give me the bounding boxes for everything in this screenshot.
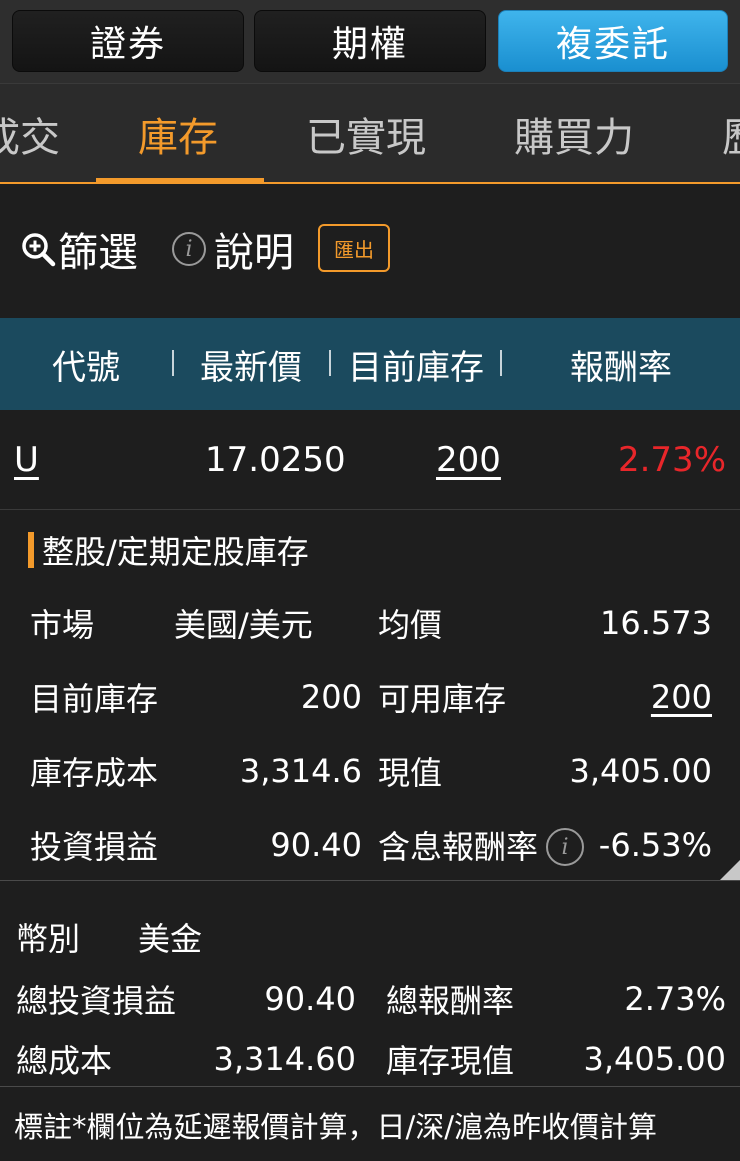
help-button[interactable]: i 說明 [172, 222, 294, 276]
inventory-detail: 整股/定期定股庫存 市場 美國/美元 均價 16.573 目前庫存 200 可用… [0, 511, 740, 881]
detail-title: 整股/定期定股庫存 [28, 531, 309, 571]
help-label: 說明 [214, 230, 294, 276]
market-label: 市場 [30, 606, 95, 644]
filter-label: 篩選 [58, 230, 138, 276]
header-divider [172, 350, 174, 376]
dividend-return-label: 含息報酬率 [378, 828, 539, 866]
total-pl-label: 總投資損益 [16, 982, 177, 1020]
total-cost-label: 總成本 [16, 1042, 113, 1080]
top-segmented-tabs: 證券 期權 複委託 [0, 0, 740, 84]
tab-options[interactable]: 期權 [254, 10, 486, 72]
header-divider [500, 350, 502, 376]
current-inventory-value: 200 [300, 678, 362, 716]
available-inventory-label: 可用庫存 [378, 680, 507, 718]
tab-securities[interactable]: 證券 [12, 10, 244, 72]
zoom-in-icon [22, 233, 56, 267]
sub-tab-realized[interactable]: 已實現 [306, 84, 426, 182]
header-last-price[interactable]: 最新價 [200, 318, 302, 410]
total-pl-value: 90.40 [264, 980, 356, 1018]
total-return-value: 2.73% [624, 980, 726, 1018]
currency-value: 美金 [138, 920, 203, 958]
row-current-inventory-link[interactable]: 200 [436, 410, 501, 510]
sub-tabs: 成交 庫存 已實現 購買力 歷 [0, 84, 740, 184]
investment-pl-label: 投資損益 [30, 828, 159, 866]
table-header: 代號 最新價 目前庫存 報酬率 [0, 318, 740, 410]
footnote: 標註*欄位為延遲報價計算，日/深/滬為昨收價計算 [0, 1088, 740, 1161]
sub-tab-buying-power[interactable]: 購買力 [514, 84, 634, 182]
row-return-rate: 2.73% [617, 440, 726, 480]
summary-panel: 幣別 美金 總投資損益 90.40 總報酬率 2.73% 總成本 3,314.6… [0, 881, 740, 1087]
sub-tab-history[interactable]: 歷 [722, 84, 740, 182]
detail-title-text: 整股/定期定股庫存 [42, 533, 309, 571]
expand-corner-icon[interactable] [720, 860, 740, 880]
active-tab-indicator [96, 178, 264, 184]
avg-price-value: 16.573 [600, 604, 712, 642]
header-divider [329, 350, 331, 376]
row-last-price: 17.0250 [205, 440, 346, 480]
header-return-rate[interactable]: 報酬率 [570, 318, 672, 410]
header-current-inventory[interactable]: 目前庫存 [348, 318, 484, 410]
inventory-value-value: 3,405.00 [583, 1040, 727, 1078]
tab-multi-order[interactable]: 複委託 [498, 10, 728, 72]
row-code-link[interactable]: U [14, 410, 39, 510]
title-accent-bar [28, 532, 34, 568]
toolbar: 篩選 i 說明 匯出 [0, 186, 740, 318]
current-inventory-label: 目前庫存 [30, 680, 159, 718]
dividend-return-value: -6.53% [598, 826, 712, 864]
filter-button[interactable]: 篩選 [20, 222, 138, 276]
investment-pl-value: 90.40 [270, 826, 362, 864]
sub-tab-inventory[interactable]: 庫存 [138, 84, 218, 182]
currency-label: 幣別 [16, 920, 81, 958]
present-value-label: 現值 [378, 754, 443, 792]
dividend-info-icon[interactable]: i [546, 828, 584, 866]
info-icon: i [172, 232, 206, 266]
inventory-value-label: 庫存現值 [386, 1042, 515, 1080]
total-cost-value: 3,314.60 [213, 1040, 357, 1078]
total-return-label: 總報酬率 [386, 982, 515, 1020]
avg-price-label: 均價 [378, 606, 443, 644]
present-value-value: 3,405.00 [569, 752, 713, 790]
market-value: 美國/美元 [174, 606, 313, 644]
available-inventory-link[interactable]: 200 [651, 675, 712, 719]
table-row[interactable]: U 17.0250 200 2.73% [0, 410, 740, 510]
export-button[interactable]: 匯出 [318, 224, 390, 272]
inventory-cost-label: 庫存成本 [30, 754, 159, 792]
inventory-cost-value: 3,314.6 [239, 752, 362, 790]
sub-tab-filled[interactable]: 成交 [0, 84, 60, 182]
header-code[interactable]: 代號 [52, 318, 120, 410]
